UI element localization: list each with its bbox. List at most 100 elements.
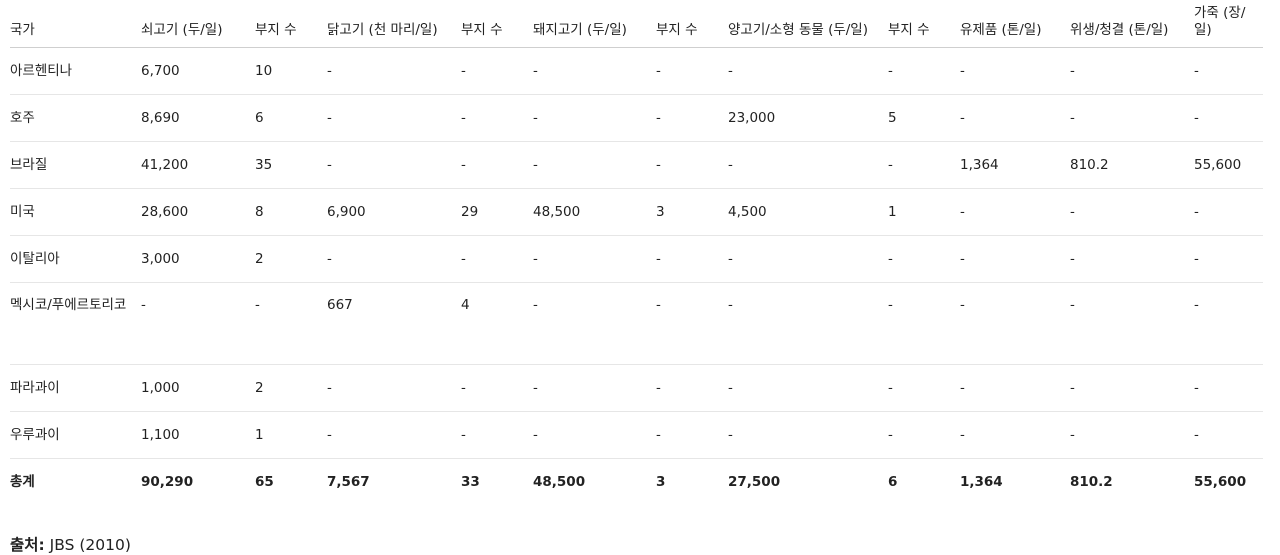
total-cell: 33	[461, 474, 480, 490]
column-header: 양고기/소형 동물 (두/일)	[728, 5, 888, 48]
table-cell: -	[728, 411, 888, 459]
column-header: 위생/청결 (톤/일)	[1070, 5, 1194, 48]
table-cell: -	[255, 282, 327, 365]
table-cell: 41,200	[141, 141, 255, 189]
column-header: 부지 수	[255, 5, 327, 48]
table-cell: -	[1194, 47, 1263, 95]
total-cell: 6	[888, 474, 898, 490]
column-header: 부지 수	[888, 5, 960, 48]
table-cell: 1,364	[960, 141, 1070, 189]
table-cell: 667	[327, 282, 461, 365]
table-row: 파라과이 1,000 2- - - - - - - - -	[10, 364, 1263, 412]
table-cell: -	[533, 364, 656, 412]
table-cell: 28,600	[141, 188, 255, 236]
table-cell: 10	[255, 47, 327, 95]
country-cell: 이탈리아	[10, 235, 141, 283]
table-cell: -	[960, 411, 1070, 459]
table-cell: -	[461, 411, 533, 459]
country-cell: 미국	[10, 188, 141, 236]
table-cell: -	[728, 364, 888, 412]
table-cell: -	[327, 411, 461, 459]
table-cell: -	[327, 364, 461, 412]
table-cell: -	[461, 235, 533, 283]
table-cell: -	[461, 94, 533, 142]
table-cell: -	[1070, 282, 1194, 365]
table-cell: 48,500	[533, 188, 656, 236]
table-cell: -	[1070, 94, 1194, 142]
column-header: 유제품 (톤/일)	[960, 5, 1070, 48]
table-cell: -	[533, 282, 656, 365]
table-cell: 6,700	[141, 47, 255, 95]
table-cell: -	[1194, 411, 1263, 459]
table-cell: -	[1194, 235, 1263, 283]
table-cell: 6	[255, 94, 327, 142]
total-cell: 27,500	[728, 474, 781, 490]
total-cell: 65	[255, 474, 274, 490]
country-cell: 멕시코/푸에르토리코	[10, 282, 141, 365]
column-header: 가죽 (장/일)	[1194, 5, 1263, 48]
country-cell: 우루과이	[10, 411, 141, 459]
table-cell: 29	[461, 188, 533, 236]
column-header: 국가	[10, 5, 141, 48]
table-body: 아르헨티나 6,700 10- - - - - - - - - 호주 8,690 6- - - -23,000 5…	[10, 47, 1263, 506]
table-row: 호주 8,690 6- - - -23,000 5- - -	[10, 94, 1263, 142]
table-cell: -	[888, 235, 960, 283]
country-cell: 아르헨티나	[10, 47, 141, 95]
table-cell: 55,600	[1194, 141, 1263, 189]
country-cell: 브라질	[10, 141, 141, 189]
table-cell: -	[1070, 235, 1194, 283]
table-cell: -	[888, 282, 960, 365]
total-cell: 7,567	[327, 474, 370, 490]
table-row: 이탈리아 3,000 2- - - - - - - - -	[10, 235, 1263, 283]
table-cell: -	[327, 141, 461, 189]
table-cell: -	[656, 94, 728, 142]
table-cell: -	[656, 282, 728, 365]
table-row: 아르헨티나 6,700 10- - - - - - - - -	[10, 47, 1263, 95]
source-text: JBS (2010)	[49, 536, 131, 554]
table-cell: -	[327, 235, 461, 283]
table-cell: -	[888, 141, 960, 189]
table-cell: 5	[888, 94, 960, 142]
table-row: 우루과이 1,100 1- - - - - - - - -	[10, 411, 1263, 459]
table-cell: 8	[255, 188, 327, 236]
column-header: 부지 수	[656, 5, 728, 48]
column-header: 부지 수	[461, 5, 533, 48]
table-cell: -	[888, 364, 960, 412]
total-cell: 810.2	[1070, 474, 1113, 490]
table-cell: 1	[255, 411, 327, 459]
table-cell: -	[728, 235, 888, 283]
table-cell: 8,690	[141, 94, 255, 142]
table-cell: -	[656, 47, 728, 95]
table-cell: -	[888, 411, 960, 459]
total-cell: 48,500	[533, 474, 586, 490]
table-cell: -	[1070, 188, 1194, 236]
table-cell: 2	[255, 235, 327, 283]
table-cell: -	[728, 282, 888, 365]
table-cell: 1,100	[141, 411, 255, 459]
table-cell: -	[1070, 47, 1194, 95]
total-row: 총계 90,290 65 7,567 33 48,500 3 27,500 6 1,364 810.…	[10, 459, 1263, 506]
column-header: 돼지고기 (두/일)	[533, 5, 656, 48]
total-cell: 55,600	[1194, 474, 1247, 490]
table-row: 멕시코/푸에르토리코 - -667 4- - - - - - -	[10, 282, 1263, 365]
table-cell: -	[1194, 364, 1263, 412]
column-header: 닭고기 (천 마리/일)	[327, 5, 461, 48]
table-cell: 3,000	[141, 235, 255, 283]
table-cell: -	[728, 47, 888, 95]
table-cell: -	[461, 141, 533, 189]
table-cell: -	[1070, 411, 1194, 459]
table-cell: -	[461, 47, 533, 95]
table-cell: -	[533, 94, 656, 142]
table-cell: 1,000	[141, 364, 255, 412]
source-note: 출처: JBS (2010)	[10, 533, 1270, 555]
table-cell: -	[1194, 282, 1263, 365]
country-cell: 호주	[10, 94, 141, 142]
table-cell: -	[533, 47, 656, 95]
table-cell: -	[960, 47, 1070, 95]
table-row: 미국 28,600 8 6,900 29 48,500 3 4,500 1- - -	[10, 188, 1263, 236]
table-cell: -	[960, 235, 1070, 283]
production-table: 국가 쇠고기 (두/일) 부지 수 닭고기 (천 마리/일) 부지 수 돼지고기 (두/일…	[10, 5, 1263, 505]
table-cell: 4	[461, 282, 533, 365]
table-cell: -	[141, 282, 255, 365]
table-cell: 35	[255, 141, 327, 189]
